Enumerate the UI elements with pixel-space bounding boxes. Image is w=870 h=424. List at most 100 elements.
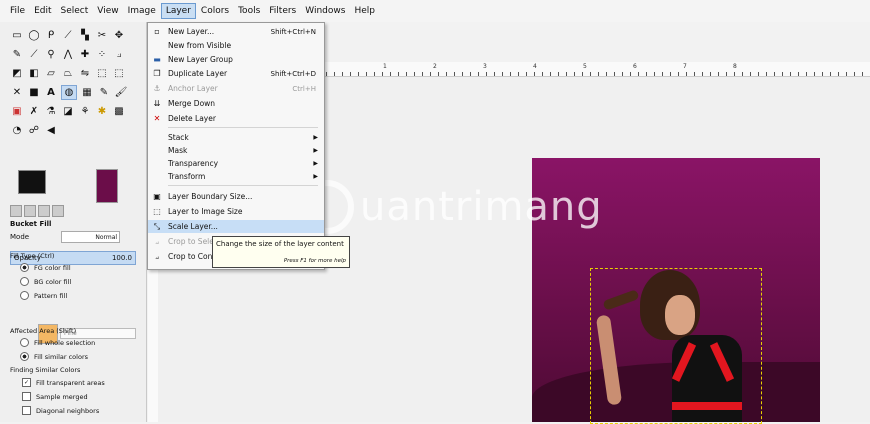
menu-shortcut: Shift+Ctrl+N [270,27,316,36]
opacity-value: 100.0 [111,254,132,262]
ink-icon[interactable]: ⚗ [44,105,58,118]
tab-tool-options[interactable] [10,205,22,217]
submenu-arrow-icon: ▶ [313,134,318,141]
unified-transform-icon[interactable]: ✕ [10,86,24,99]
align-icon[interactable]: ⁘ [95,48,109,61]
eraser-icon[interactable]: ▣ [10,105,24,118]
duplicate-icon: ❐ [153,69,161,78]
flip-icon[interactable]: ⇋ [78,67,92,80]
menu-item-delete-layer[interactable]: ✕ Delete Layer [148,112,324,125]
menu-image[interactable]: Image [124,4,160,18]
layer-menu: ▫ New Layer... Shift+Ctrl+N New from Visib… [147,22,325,270]
menu-windows[interactable]: Windows [301,4,349,18]
fill-whole-selection-radio[interactable]: Fill whole selection [20,338,95,347]
cage-icon[interactable]: ⬚ [95,67,109,80]
ellipse-select-icon[interactable]: ◯ [27,29,41,42]
menu-item-new-from-visible[interactable]: New from Visible [148,39,324,52]
bg-fill-radio[interactable]: BG color fill [20,277,71,286]
scissors-icon[interactable]: ✂ [95,29,109,42]
pencil-icon[interactable]: ✎ [97,86,111,99]
zoom-icon[interactable]: ⚲ [44,48,58,61]
paintbrush-icon[interactable]: 🖌 [114,86,128,99]
menu-item-new-layer-group[interactable]: ▬ New Layer Group [148,53,324,66]
measure-icon[interactable]: ⋀ [61,48,75,61]
menu-tools[interactable]: Tools [234,4,264,18]
menu-item-anchor-layer[interactable]: ⚓ Anchor Layer Ctrl+H [148,82,324,95]
airbrush-icon[interactable]: ✗ [27,105,41,118]
foreground-select-icon[interactable]: ✥ [112,29,126,42]
paths-icon[interactable]: ✎ [10,48,24,61]
sample-merged-checkbox[interactable]: Sample merged [22,392,88,401]
pattern-fill-radio[interactable]: Pattern fill [20,291,67,300]
fill-transparent-label: Fill transparent areas [36,378,105,387]
menu-item-transparency[interactable]: Transparency ▶ [148,157,324,170]
menu-item-transform[interactable]: Transform ▶ [148,170,324,183]
menu-item-label: Crop to Con [168,252,213,261]
tab-device-status[interactable] [24,205,36,217]
tab-images[interactable] [52,205,64,217]
move-icon[interactable]: ✚ [78,48,92,61]
mode-select[interactable]: Normal [61,231,121,243]
menu-item-duplicate-layer[interactable]: ❐ Duplicate Layer Shift+Ctrl+D [148,67,324,80]
fuzzy-select-icon[interactable]: ⟋ [61,29,75,42]
fill-whole-selection-label: Fill whole selection [34,338,96,347]
perspective-clone-icon[interactable]: ▩ [112,105,126,118]
menu-colors[interactable]: Colors [197,4,233,18]
text-icon[interactable]: A [44,86,58,99]
ruler-label: 2 [433,63,437,70]
submenu-arrow-icon: ▶ [313,147,318,154]
menu-item-scale-layer[interactable]: ⤡ Scale Layer... [148,220,324,233]
menu-item-layer-to-image-size[interactable]: ⬚ Layer to Image Size [148,205,324,218]
to-image-size-icon: ⬚ [153,207,161,216]
mypaint-brush-icon[interactable]: ◪ [61,105,75,118]
sample-merged-label: Sample merged [36,392,88,401]
smudge-icon[interactable]: ☍ [27,124,41,137]
menu-edit[interactable]: Edit [30,4,55,18]
shear-icon[interactable]: ▱ [44,67,58,80]
fill-similar-colors-radio[interactable]: Fill similar colors [20,352,88,361]
dodge-icon[interactable]: ◀ [44,124,58,137]
menu-item-layer-boundary-size[interactable]: ▣ Layer Boundary Size... [148,190,324,203]
affected-area-label: Affected Area (Shift) [10,327,77,335]
menu-layer[interactable]: Layer [160,3,196,19]
menu-item-label: Merge Down [168,99,216,108]
gradient-icon[interactable]: ▦ [80,86,94,99]
menubar: File Edit Select View Image Layer Colors… [0,0,870,22]
free-select-icon[interactable]: ᑭ [44,29,58,42]
warp-icon[interactable]: ⬚ [112,67,126,80]
crop-icon[interactable]: ⟓ [112,48,126,61]
menu-filters[interactable]: Filters [265,4,300,18]
menu-item-label: Crop to Sele [168,237,214,246]
tooltip-text: Change the size of the layer content [216,240,344,248]
fg-fill-radio[interactable]: FG color fill [20,263,71,272]
menu-help[interactable]: Help [350,4,379,18]
bucket-fill-icon[interactable]: ◍ [61,85,77,100]
rotate-icon[interactable]: ◩ [10,67,24,80]
foreground-color[interactable] [18,170,46,194]
menu-file[interactable]: File [6,4,29,18]
rect-select-icon[interactable]: ▭ [10,29,24,42]
fill-transparent-checkbox[interactable]: ✓ Fill transparent areas [22,378,105,387]
perspective-icon[interactable]: ⏢ [61,67,75,80]
diagonal-neighbors-checkbox[interactable]: Diagonal neighbors [22,406,99,415]
scale-layer-icon: ⤡ [153,221,161,231]
heal-icon[interactable]: ✱ [95,105,109,118]
color-picker-icon[interactable]: ⟋ [27,48,41,61]
menu-view[interactable]: View [93,4,122,18]
color-select-icon[interactable]: ▚ [78,29,92,42]
menu-select[interactable]: Select [57,4,93,18]
menu-item-mask[interactable]: Mask ▶ [148,144,324,157]
text-box-icon[interactable]: ■ [27,86,41,99]
menu-item-merge-down[interactable]: ⇊ Merge Down [148,97,324,110]
brush-preview[interactable] [96,169,118,203]
menu-item-new-layer[interactable]: ▫ New Layer... Shift+Ctrl+N [148,25,324,38]
blur-icon[interactable]: ◔ [10,124,24,137]
delete-icon: ✕ [153,114,161,123]
tab-undo-history[interactable] [38,205,50,217]
clone-icon[interactable]: ⚘ [78,105,92,118]
scale-icon[interactable]: ◧ [27,67,41,80]
menu-item-label: Duplicate Layer [168,69,228,78]
menu-item-stack[interactable]: Stack ▶ [148,131,324,144]
fill-similar-colors-label: Fill similar colors [34,352,88,361]
pattern-fill-label: Pattern fill [34,291,68,300]
